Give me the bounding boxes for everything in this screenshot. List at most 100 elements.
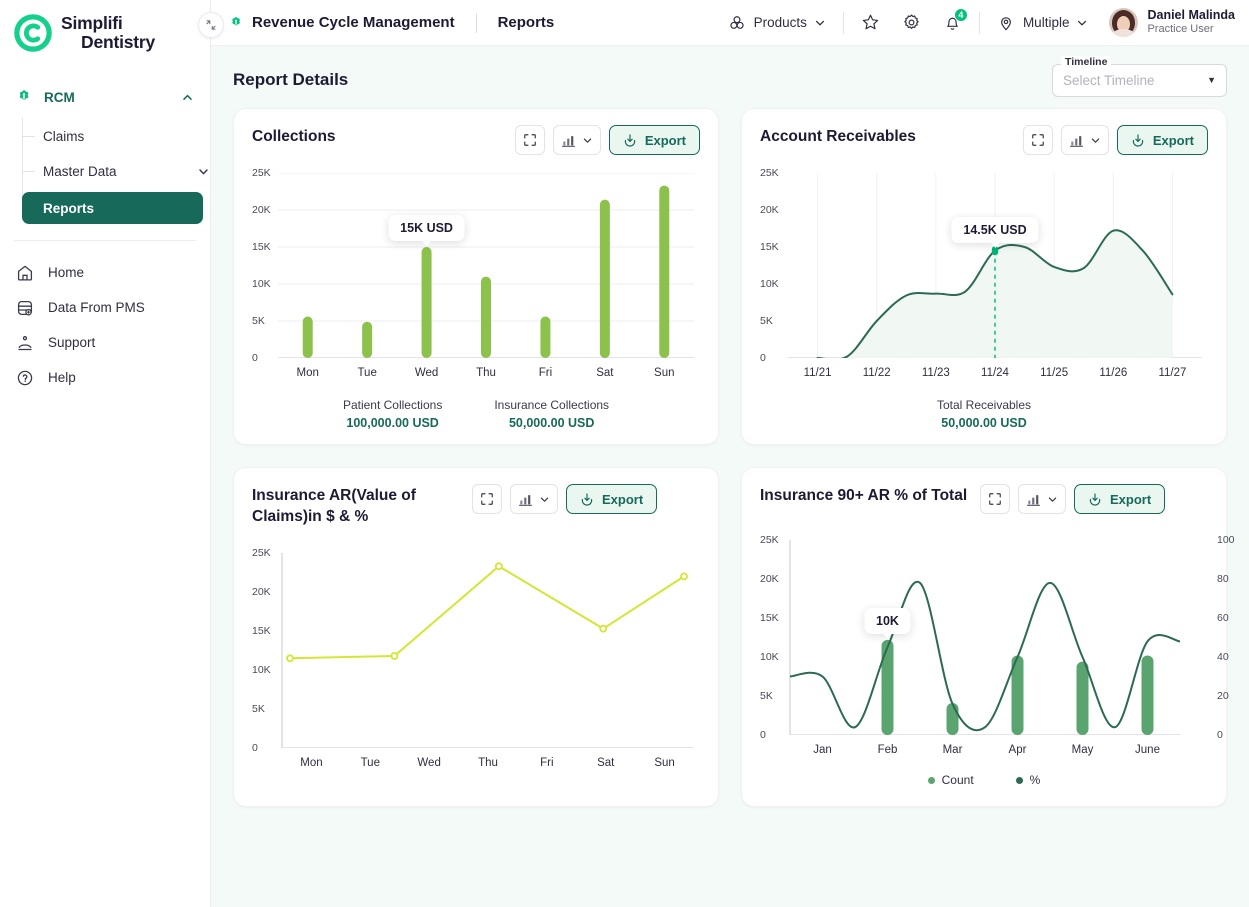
star-icon	[861, 13, 880, 32]
footer-label: Patient Collections	[342, 398, 443, 412]
sidebar-group-rcm[interactable]: RCM	[0, 82, 210, 112]
legend-item-percent[interactable]: %	[1015, 773, 1040, 787]
x-axis-tick-label: Thu	[476, 367, 496, 379]
x-axis-tick-label: 11/27	[1158, 367, 1187, 379]
x-axis-tick-label: 11/24	[981, 367, 1009, 379]
timeline-value: Select Timeline	[1063, 72, 1155, 88]
chevron-down-icon	[540, 496, 549, 502]
chevron-down-icon	[1076, 17, 1088, 29]
sidebar-item-data-from-pms[interactable]: Data From PMS	[0, 290, 210, 325]
chart-type-select[interactable]	[552, 125, 601, 155]
card-tools: Export	[980, 484, 1166, 514]
fullscreen-button[interactable]	[472, 484, 502, 514]
bar[interactable]	[1141, 655, 1154, 735]
x-axis-tick-label: Wed	[417, 757, 441, 770]
legend-label: Count	[941, 773, 974, 787]
insurance-ar-line-chart	[281, 553, 694, 749]
x-axis-tick-label: 11/21	[803, 367, 832, 379]
report-card-insurance-ar: Insurance AR(Value of Claims)in $ & % Ex…	[233, 467, 719, 808]
bar-chart-icon	[561, 135, 575, 147]
chevron-down-icon	[1048, 496, 1057, 502]
footer-stat: Insurance Collections 50,000.00 USD	[494, 398, 609, 430]
chevron-down-icon	[1091, 137, 1100, 143]
legend-item-count[interactable]: Count	[927, 773, 974, 787]
export-label: Export	[644, 132, 686, 148]
favorites-button[interactable]	[850, 13, 891, 32]
reports-grid: Collections Export 0 5K 10K 15K 20K 25K …	[233, 108, 1235, 808]
export-label: Export	[1152, 132, 1194, 148]
user-role: Practice User	[1147, 23, 1214, 36]
x-axis-tick-label: Jan	[813, 744, 832, 756]
products-label: Products	[753, 15, 807, 30]
collapse-sidebar-button[interactable]	[198, 12, 224, 38]
topbar: Revenue Cycle Management Reports Product…	[211, 0, 1249, 46]
export-button[interactable]: Export	[1074, 484, 1166, 514]
bar[interactable]	[302, 316, 313, 358]
chevron-up-icon[interactable]	[181, 91, 194, 104]
bar-chart-icon	[1026, 494, 1041, 506]
collections-bar-chart	[278, 172, 694, 359]
data-point-marker[interactable]	[599, 624, 608, 633]
x-axis-tick-label: Sun	[654, 367, 675, 379]
collapse-sidebar-icon	[206, 20, 216, 30]
card-header: Insurance 90+ AR % of Total Export	[760, 484, 1208, 514]
settings-button[interactable]	[891, 13, 932, 32]
data-point-marker[interactable]	[494, 562, 503, 571]
x-axis-tick-label: 11/26	[1099, 367, 1128, 379]
sidebar-subnav: Claims Master Data Reports	[0, 118, 210, 224]
chevron-down-icon[interactable]	[197, 165, 210, 178]
sidebar-item-help[interactable]: Help	[0, 360, 210, 395]
export-button[interactable]: Export	[608, 125, 700, 155]
data-point-marker[interactable]	[286, 654, 294, 663]
fullscreen-button[interactable]	[980, 484, 1010, 514]
fullscreen-icon	[989, 493, 1001, 505]
sidebar-item-support[interactable]: Support	[0, 325, 210, 360]
bar[interactable]	[881, 639, 894, 735]
bar[interactable]	[599, 199, 610, 358]
x-axis-tick-label: 11/22	[862, 367, 891, 379]
bar[interactable]	[421, 247, 432, 358]
chevron-down-icon	[583, 137, 592, 143]
bar[interactable]	[659, 185, 670, 358]
chart-type-select[interactable]	[1060, 125, 1109, 155]
export-button[interactable]: Export	[1116, 125, 1208, 155]
chart-plot: 0 5K 10K 15K 20K 25K 0 20 40 60 80 100 Jan Feb Mar Apr M…	[760, 534, 1235, 756]
timeline-select[interactable]: Timeline Select Timeline ▼	[1052, 55, 1227, 97]
products-menu[interactable]: Products	[717, 13, 837, 32]
bar[interactable]	[1076, 661, 1089, 735]
timeline-field[interactable]: Select Timeline ▼	[1052, 63, 1227, 97]
card-header: Account Receivables Export	[760, 125, 1208, 155]
card-footer: Total Receivables 50,000.00 USD	[760, 398, 1208, 430]
data-point-marker[interactable]	[680, 572, 688, 581]
chart-type-select[interactable]	[510, 484, 558, 514]
fullscreen-button[interactable]	[1022, 125, 1053, 155]
notifications-button[interactable]: 4	[932, 8, 973, 32]
card-title: Insurance AR(Value of Claims)in $ & %	[252, 487, 416, 525]
chart-plot: 0 5K 10K 15K 20K 25K 11/21 11/22 11/23 11/24 11/25…	[760, 167, 1208, 379]
sidebar-item-home[interactable]: Home	[0, 255, 210, 290]
x-axis-tick-label: Apr	[1008, 744, 1027, 756]
bar[interactable]	[946, 703, 959, 735]
sidebar-item-master-data[interactable]: Master Data	[22, 157, 210, 185]
bar[interactable]	[540, 316, 551, 358]
user-menu[interactable]: Daniel Malinda Practice User	[1099, 8, 1235, 37]
footer-value: 50,000.00 USD	[941, 416, 1027, 430]
location-selector[interactable]: Multiple	[986, 13, 1100, 32]
bar[interactable]	[362, 321, 373, 358]
fullscreen-button[interactable]	[514, 125, 545, 155]
x-axis-tick-label: Mon	[300, 757, 323, 770]
bar[interactable]	[481, 276, 491, 358]
bar-chart-icon	[1069, 135, 1083, 147]
sidebar: Simplifi Dentistry RCM Claims Master Dat…	[0, 0, 224, 907]
app-root: Simplifi Dentistry RCM Claims Master Dat…	[0, 0, 1249, 907]
chevron-down-icon	[814, 17, 826, 29]
chart-type-select[interactable]	[1018, 484, 1066, 514]
brand[interactable]: Simplifi Dentistry	[0, 0, 210, 52]
export-button[interactable]: Export	[566, 484, 658, 514]
data-point-marker[interactable]	[390, 652, 399, 661]
footer-label: Total Receivables	[936, 398, 1032, 412]
sidebar-item-reports[interactable]: Reports	[22, 192, 203, 224]
legend-swatch	[1015, 776, 1023, 784]
sidebar-item-claims[interactable]: Claims	[22, 122, 210, 150]
sidebar-group-label: RCM	[44, 89, 75, 105]
